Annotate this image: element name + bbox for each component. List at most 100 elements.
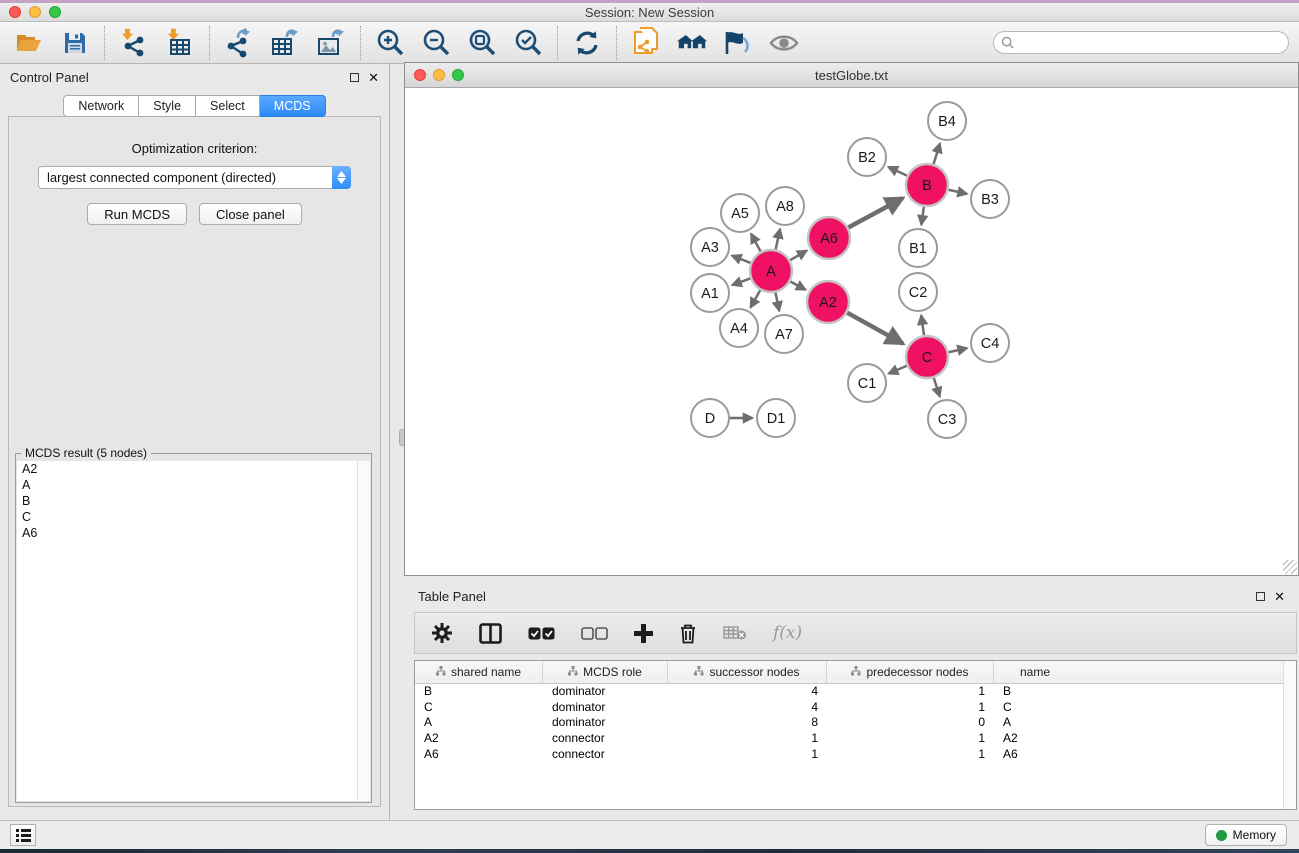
graph-edge[interactable] [948, 190, 967, 194]
graph-node-C4[interactable]: C4 [971, 324, 1009, 362]
graph-node-A2[interactable]: A2 [807, 281, 849, 323]
mcds-result-item[interactable]: A6 [17, 525, 357, 541]
export-image-icon[interactable] [316, 28, 346, 58]
graph-edge[interactable] [934, 378, 940, 397]
graph-node-C3[interactable]: C3 [928, 400, 966, 438]
graph-node-A1[interactable]: A1 [691, 274, 729, 312]
table-cell[interactable]: A [994, 715, 1076, 731]
graph-node-B4[interactable]: B4 [928, 102, 966, 140]
tab-network[interactable]: Network [63, 95, 139, 117]
table-scrollbar[interactable] [1283, 661, 1296, 809]
column-view-icon[interactable] [479, 618, 502, 648]
table-cell[interactable]: 1 [668, 747, 827, 763]
import-table-icon[interactable] [165, 28, 195, 58]
tab-mcds[interactable]: MCDS [260, 95, 326, 117]
graph-edge[interactable] [888, 167, 907, 176]
network-file-icon[interactable] [631, 28, 661, 58]
graph-node-A8[interactable]: A8 [766, 187, 804, 225]
task-history-button[interactable] [10, 824, 36, 846]
graph-node-A6[interactable]: A6 [808, 217, 850, 259]
table-cell[interactable]: 1 [827, 684, 994, 700]
column-header[interactable]: MCDS role [543, 661, 668, 683]
zoom-out-icon[interactable] [421, 28, 451, 58]
select-all-icon[interactable] [528, 618, 555, 648]
zoom-fit-icon[interactable] [467, 28, 497, 58]
graph-node-C2[interactable]: C2 [899, 273, 937, 311]
mcds-result-list[interactable]: A2ABCA6 [17, 461, 357, 801]
column-header[interactable]: predecessor nodes [827, 661, 994, 683]
table-cell[interactable]: connector [543, 731, 668, 747]
graph-edge[interactable] [948, 348, 967, 352]
table-cell[interactable]: 1 [827, 747, 994, 763]
graph-node-B1[interactable]: B1 [899, 229, 937, 267]
table-cell[interactable]: 1 [827, 700, 994, 716]
table-cell[interactable]: A6 [994, 747, 1076, 763]
column-header[interactable]: name [994, 661, 1076, 683]
table-cell[interactable]: 0 [827, 715, 994, 731]
table-cell[interactable]: A2 [415, 731, 543, 747]
refresh-icon[interactable] [572, 28, 602, 58]
function-builder-icon[interactable]: f(x) [773, 618, 802, 648]
zoom-selected-icon[interactable] [513, 28, 543, 58]
graph-edge[interactable] [790, 282, 805, 290]
graph-node-A7[interactable]: A7 [765, 315, 803, 353]
close-panel-icon[interactable]: ✕ [368, 73, 379, 82]
graph-node-A[interactable]: A [750, 250, 792, 292]
network-window-titlebar[interactable]: testGlobe.txt [405, 63, 1298, 88]
mcds-result-item[interactable]: A [17, 477, 357, 493]
delete-table-icon[interactable] [723, 618, 747, 648]
open-session-icon[interactable] [14, 28, 44, 58]
close-panel-button[interactable]: Close panel [199, 203, 302, 225]
graph-edge[interactable] [934, 143, 940, 164]
graph-node-B2[interactable]: B2 [848, 138, 886, 176]
graph-node-B3[interactable]: B3 [971, 180, 1009, 218]
table-cell[interactable]: dominator [543, 684, 668, 700]
graph-edge[interactable] [751, 234, 761, 252]
graph-edge[interactable] [732, 256, 751, 263]
graph-edge[interactable] [732, 278, 750, 285]
mcds-result-item[interactable]: A2 [17, 461, 357, 477]
graph-node-A5[interactable]: A5 [721, 194, 759, 232]
result-list-scrollbar[interactable] [357, 461, 370, 801]
table-row[interactable]: Adominator80A [415, 715, 1296, 731]
import-network-icon[interactable] [119, 28, 149, 58]
graph-node-C1[interactable]: C1 [848, 364, 886, 402]
show-panel-icon[interactable] [769, 28, 799, 58]
graph-edge[interactable] [751, 290, 761, 307]
table-cell[interactable]: B [994, 684, 1076, 700]
tab-style[interactable]: Style [139, 95, 196, 117]
float-panel-icon[interactable] [350, 73, 359, 82]
table-cell[interactable]: 1 [827, 731, 994, 747]
graph-edge[interactable] [847, 313, 903, 344]
graph-node-C[interactable]: C [906, 336, 948, 378]
home-overview-icon[interactable] [677, 28, 707, 58]
table-cell[interactable]: C [415, 700, 543, 716]
graph-node-A3[interactable]: A3 [691, 228, 729, 266]
table-cell[interactable]: dominator [543, 715, 668, 731]
table-cell[interactable]: 4 [668, 684, 827, 700]
delete-icon[interactable] [679, 618, 697, 648]
table-cell[interactable]: 4 [668, 700, 827, 716]
table-cell[interactable]: A [415, 715, 543, 731]
graph-node-D1[interactable]: D1 [757, 399, 795, 437]
export-table-icon[interactable] [270, 28, 300, 58]
network-graph[interactable]: B4B2BB3A8A5A6A3B1AA1C2A2A4A7CC4C1C3DD1 [405, 89, 1298, 514]
mcds-result-item[interactable]: B [17, 493, 357, 509]
deselect-all-icon[interactable] [581, 618, 608, 648]
table-cell[interactable]: 8 [668, 715, 827, 731]
table-cell[interactable]: B [415, 684, 543, 700]
table-cell[interactable]: C [994, 700, 1076, 716]
float-table-panel-icon[interactable] [1256, 592, 1265, 601]
table-cell[interactable]: A2 [994, 731, 1076, 747]
table-cell[interactable]: connector [543, 747, 668, 763]
run-mcds-button[interactable]: Run MCDS [87, 203, 187, 225]
graph-node-D[interactable]: D [691, 399, 729, 437]
table-row[interactable]: Bdominator41B [415, 684, 1296, 700]
table-cell[interactable]: dominator [543, 700, 668, 716]
zoom-in-icon[interactable] [375, 28, 405, 58]
table-row[interactable]: Cdominator41C [415, 700, 1296, 716]
search-input[interactable] [1018, 33, 1288, 52]
graph-edge[interactable] [921, 315, 924, 335]
graph-edge[interactable] [790, 251, 807, 261]
mcds-result-item[interactable]: C [17, 509, 357, 525]
